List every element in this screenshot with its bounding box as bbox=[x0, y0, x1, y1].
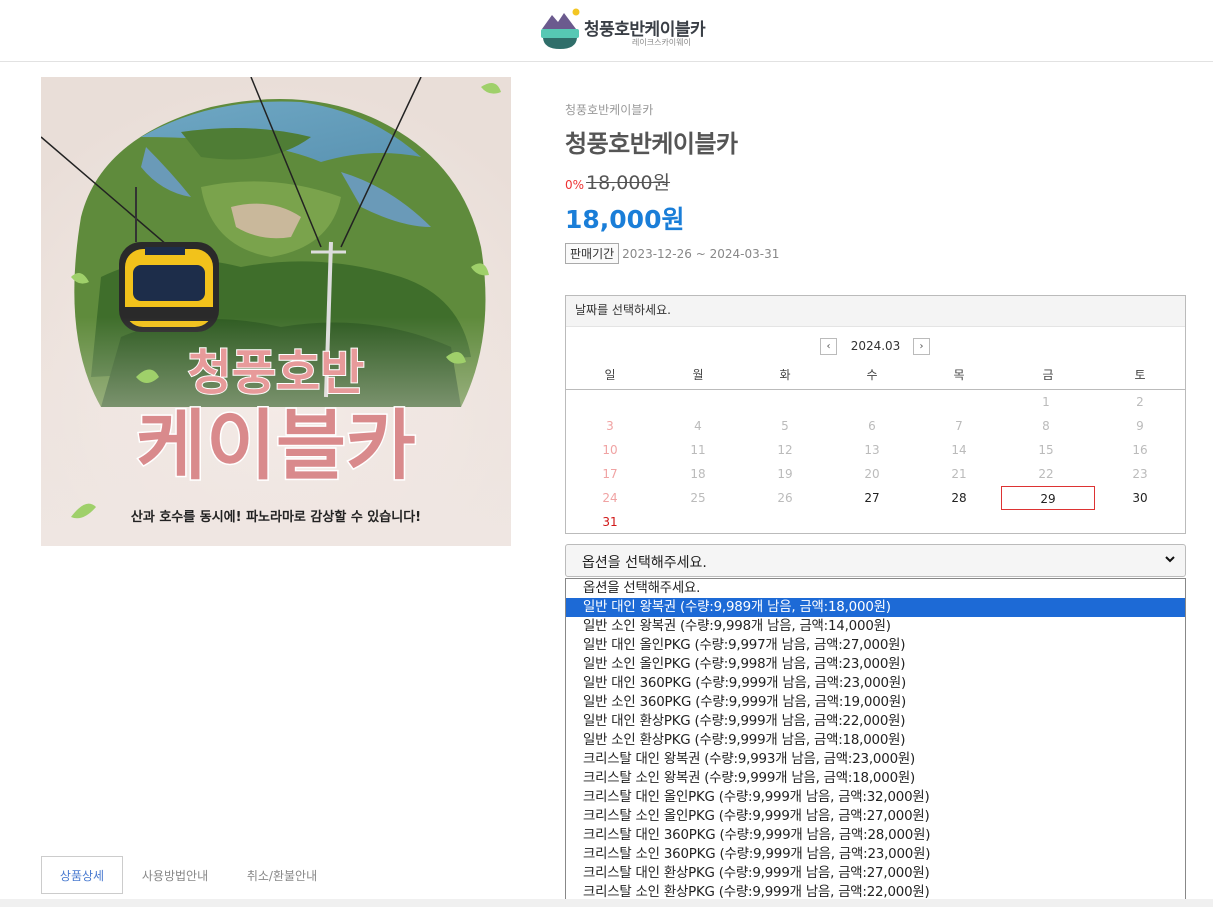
calendar-day: 6 bbox=[868, 419, 876, 433]
poster-headline-2: 케이블카 bbox=[136, 401, 416, 490]
sale-period-value: 2023-12-26 ~ 2024-03-31 bbox=[622, 246, 780, 261]
option-item[interactable]: 크리스탈 소인 왕복권 (수량:9,999개 남음, 금액:18,000원) bbox=[566, 769, 1185, 788]
calendar-day: 10 bbox=[602, 443, 618, 457]
calendar-header: 날짜를 선택하세요. bbox=[566, 296, 1185, 327]
tab-usage-guide[interactable]: 사용방법안내 bbox=[131, 856, 219, 894]
weekday-label: 금 bbox=[1042, 368, 1054, 382]
tab-product-detail[interactable]: 상품상세 bbox=[41, 856, 123, 894]
option-item[interactable]: 일반 대인 왕복권 (수량:9,989개 남음, 금액:18,000원) bbox=[566, 598, 1185, 617]
cable-car-logo-icon bbox=[541, 8, 580, 49]
calendar-day: 3 bbox=[606, 419, 614, 433]
calendar-day: 5 bbox=[781, 419, 789, 433]
calendar-day: 1 bbox=[1042, 395, 1050, 409]
page-bottom-bar bbox=[0, 899, 1213, 907]
option-item[interactable]: 일반 대인 환상PKG (수량:9,999개 남음, 금액:22,000원) bbox=[566, 712, 1185, 731]
calendar-day: 16 bbox=[1132, 443, 1148, 457]
calendar-day: 14 bbox=[951, 443, 967, 457]
calendar-day: 26 bbox=[777, 491, 793, 505]
poster-caption: 산과 호수를 동시에! 파노라마로 감상할 수 있습니다! bbox=[131, 509, 421, 525]
calendar-day[interactable]: 27 bbox=[828, 486, 916, 510]
sale-price: 18,000원 bbox=[565, 205, 685, 234]
calendar-day: 17 bbox=[602, 467, 618, 481]
option-placeholder[interactable]: 옵션을 선택해주세요. bbox=[566, 579, 1185, 598]
calendar-day: 23 bbox=[1132, 467, 1148, 481]
weekday-label: 월 bbox=[692, 368, 704, 382]
calendar-month: 2024.03 bbox=[850, 339, 901, 353]
date-picker-calendar: 날짜를 선택하세요. ‹ 2024.03 › 일월화수목금토 123456789… bbox=[565, 295, 1186, 534]
site-logo[interactable]: 청풍호반케이블카 레이크스카이웨이 bbox=[540, 7, 720, 55]
option-item[interactable]: 일반 소인 환상PKG (수량:9,999개 남음, 금액:18,000원) bbox=[566, 731, 1185, 750]
calendar-day-selected[interactable]: 29 bbox=[1001, 486, 1095, 510]
calendar-day[interactable]: 31 bbox=[566, 510, 654, 534]
weekday-label: 목 bbox=[953, 368, 965, 382]
tab-label: 취소/환불안내 bbox=[246, 868, 318, 883]
product-title: 청풍호반케이블카 bbox=[565, 130, 738, 158]
calendar-weekdays: 일월화수목금토 bbox=[566, 366, 1185, 390]
option-dropdown-list: 옵션을 선택해주세요. 일반 대인 왕복권 (수량:9,989개 남음, 금액:1… bbox=[565, 578, 1186, 903]
weekday-label: 토 bbox=[1134, 368, 1146, 382]
sale-period: 판매기간 2023-12-26 ~ 2024-03-31 bbox=[565, 243, 779, 264]
poster-headline-1: 청풍호반 bbox=[188, 345, 365, 401]
calendar-day: 18 bbox=[690, 467, 706, 481]
calendar-day: 20 bbox=[864, 467, 880, 481]
calendar-day: 22 bbox=[1038, 467, 1054, 481]
option-item[interactable]: 일반 대인 360PKG (수량:9,999개 남음, 금액:23,000원) bbox=[566, 674, 1185, 693]
calendar-nav: ‹ 2024.03 › bbox=[566, 338, 1185, 356]
calendar-day: 2 bbox=[1136, 395, 1144, 409]
price-row: 0% 18,000원 bbox=[565, 168, 670, 195]
calendar-day: 7 bbox=[955, 419, 963, 433]
weekday-label: 수 bbox=[866, 368, 878, 382]
option-item[interactable]: 크리스탈 소인 360PKG (수량:9,999개 남음, 금액:23,000원… bbox=[566, 845, 1185, 864]
option-item[interactable]: 일반 소인 왕복권 (수량:9,998개 남음, 금액:14,000원) bbox=[566, 617, 1185, 636]
option-item[interactable]: 크리스탈 소인 올인PKG (수량:9,999개 남음, 금액:27,000원) bbox=[566, 807, 1185, 826]
option-item[interactable]: 일반 대인 올인PKG (수량:9,997개 남음, 금액:27,000원) bbox=[566, 636, 1185, 655]
site-header: 청풍호반케이블카 레이크스카이웨이 bbox=[0, 0, 1213, 62]
calendar-day: 4 bbox=[694, 419, 702, 433]
option-item[interactable]: 크리스탈 대인 올인PKG (수량:9,999개 남음, 금액:32,000원) bbox=[566, 788, 1185, 807]
product-main-image: 청풍호반 케이블카 산과 호수를 동시에! 파노라마로 감상할 수 있습니다! bbox=[41, 77, 511, 546]
sale-period-label: 판매기간 bbox=[565, 243, 620, 264]
calendar-day: 12 bbox=[777, 443, 793, 457]
chevron-left-icon: ‹ bbox=[826, 341, 831, 352]
calendar-day: 9 bbox=[1136, 419, 1144, 433]
option-item[interactable]: 크리스탈 대인 360PKG (수량:9,999개 남음, 금액:28,000원… bbox=[566, 826, 1185, 845]
calendar-day: 25 bbox=[690, 491, 706, 505]
cable-car-poster-art: 청풍호반 케이블카 산과 호수를 동시에! 파노라마로 감상할 수 있습니다! bbox=[41, 77, 511, 546]
calendar-day: 24 bbox=[602, 491, 618, 505]
option-select[interactable]: 옵션을 선택해주세요. bbox=[565, 544, 1186, 577]
calendar-day[interactable]: 30 bbox=[1096, 486, 1184, 510]
calendar-day: 19 bbox=[777, 467, 793, 481]
chevron-down-icon bbox=[1165, 556, 1175, 563]
calendar-day: 21 bbox=[951, 467, 967, 481]
tab-label: 사용방법안내 bbox=[141, 868, 209, 883]
next-month-button[interactable]: › bbox=[913, 338, 930, 355]
calendar-day: 8 bbox=[1042, 419, 1050, 433]
discount-rate: 0% bbox=[565, 178, 585, 192]
calendar-day: 11 bbox=[690, 443, 706, 457]
option-item[interactable]: 크리스탈 대인 환상PKG (수량:9,999개 남음, 금액:27,000원) bbox=[566, 864, 1185, 883]
weekday-label: 화 bbox=[779, 368, 791, 382]
logo-subtitle: 레이크스카이웨이 bbox=[632, 38, 691, 47]
calendar-day[interactable]: 28 bbox=[915, 486, 1003, 510]
calendar-day: 13 bbox=[864, 443, 880, 457]
option-item[interactable]: 일반 소인 360PKG (수량:9,999개 남음, 금액:19,000원) bbox=[566, 693, 1185, 712]
tab-refund-guide[interactable]: 취소/환불안내 bbox=[237, 856, 327, 894]
option-item[interactable]: 일반 소인 올인PKG (수량:9,998개 남음, 금액:23,000원) bbox=[566, 655, 1185, 674]
chevron-right-icon: › bbox=[919, 341, 924, 352]
prev-month-button[interactable]: ‹ bbox=[820, 338, 837, 355]
weekday-label: 일 bbox=[604, 368, 616, 382]
product-brand: 청풍호반케이블카 bbox=[565, 103, 654, 117]
tab-label: 상품상세 bbox=[59, 868, 105, 883]
original-price: 18,000원 bbox=[586, 172, 671, 194]
option-select-value: 옵션을 선택해주세요. bbox=[582, 555, 707, 571]
calendar-day: 15 bbox=[1038, 443, 1054, 457]
option-item[interactable]: 크리스탈 대인 왕복권 (수량:9,993개 남음, 금액:23,000원) bbox=[566, 750, 1185, 769]
